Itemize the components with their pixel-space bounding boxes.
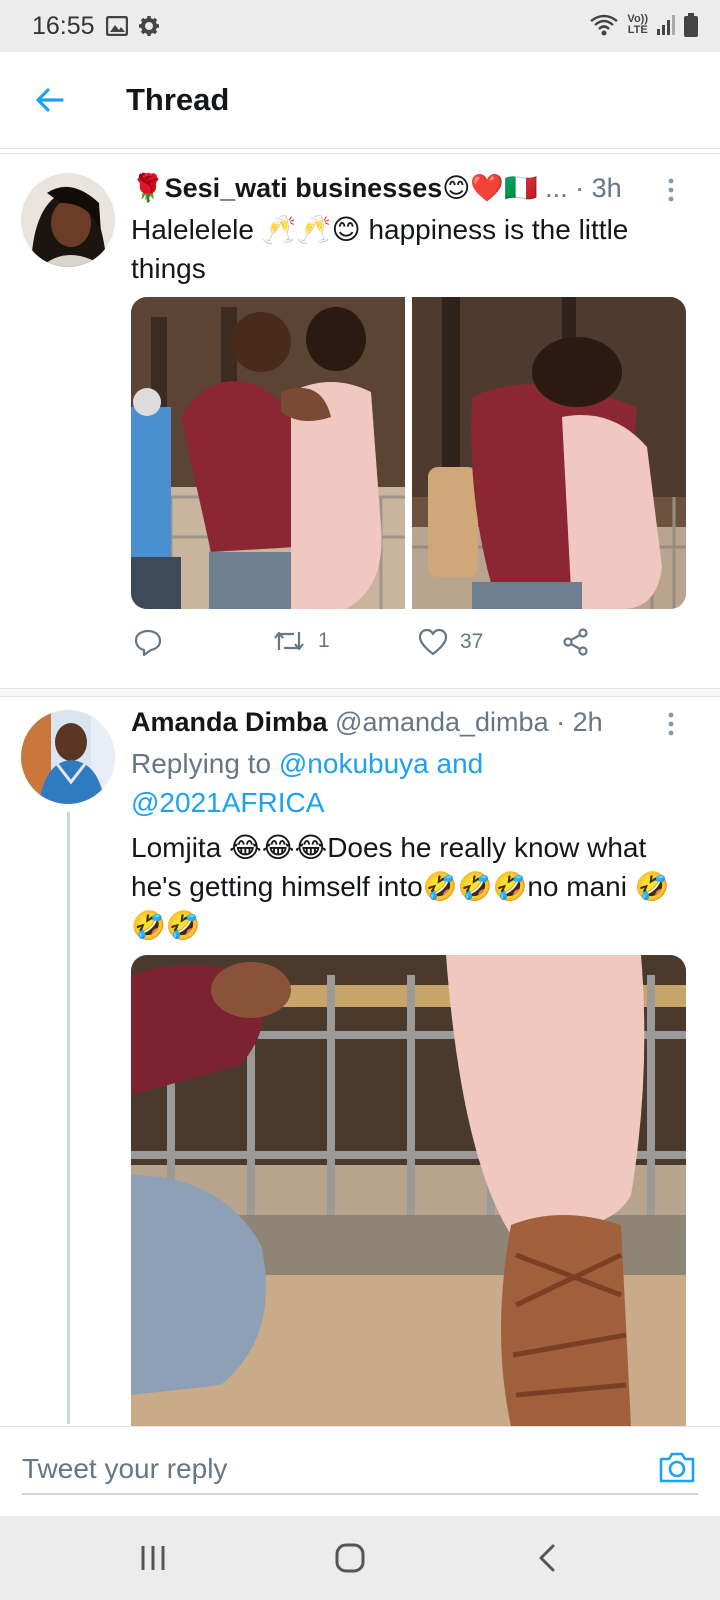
share-icon[interactable]: [562, 628, 590, 656]
back-arrow-icon[interactable]: [32, 82, 68, 118]
like-count: 37: [460, 630, 484, 653]
settings-icon: [139, 16, 159, 36]
more-options-icon[interactable]: [666, 711, 676, 737]
back-icon[interactable]: [528, 1538, 568, 1578]
more-options-icon[interactable]: [666, 177, 676, 203]
page-title: Thread: [126, 82, 230, 117]
avatar[interactable]: [21, 710, 115, 804]
tweet-header: Amanda Dimba @amanda_dimba · 2h: [131, 707, 603, 738]
thread-line: [67, 812, 70, 1424]
tweet-text: Lomjita 😂😂😂Does he really know what he's…: [131, 832, 670, 941]
tweet-image[interactable]: [131, 955, 686, 1426]
reply-icon[interactable]: [134, 628, 162, 656]
tweet-separator: [0, 688, 720, 697]
recent-apps-icon[interactable]: [133, 1538, 173, 1578]
camera-icon[interactable]: [658, 1449, 696, 1485]
status-bar: 16:55 Vo)) LTE: [0, 0, 720, 52]
image-icon: [106, 16, 128, 36]
handle[interactable]: @amanda_dimba: [328, 707, 549, 737]
reply-input[interactable]: [22, 1445, 698, 1495]
tweet-header: 🌹Sesi_wati businesses😊❤️🇮🇹 ... · 3h: [131, 172, 622, 204]
battery-icon: [684, 13, 698, 37]
volte-icon: Vo)) LTE: [627, 13, 648, 36]
app-bar: Thread: [0, 52, 720, 148]
reply-bar: [0, 1426, 720, 1516]
tweet-text: Halelelele 🥂🥂😊 happiness is the little t…: [131, 214, 629, 284]
tweet-actions: 1 37: [134, 628, 634, 668]
mention-link[interactable]: @nokubuya and: [279, 748, 483, 779]
display-name[interactable]: 🌹Sesi_wati businesses😊❤️🇮🇹: [131, 173, 538, 203]
retweet-count: 1: [318, 629, 330, 652]
home-icon[interactable]: [330, 1538, 370, 1578]
display-name[interactable]: Amanda Dimba: [131, 707, 328, 737]
signal-icon: [657, 15, 675, 35]
tweet-time: · 2h: [548, 707, 603, 737]
mention-link[interactable]: @2021AFRICA: [131, 787, 324, 818]
tweet-image[interactable]: [412, 297, 686, 609]
system-nav-bar: [0, 1516, 720, 1600]
like-icon[interactable]: [418, 628, 448, 656]
retweet-icon[interactable]: [272, 628, 306, 654]
name-ellipsis: ...: [537, 173, 568, 203]
tweet-image[interactable]: [131, 297, 405, 609]
status-time: 16:55: [32, 12, 95, 40]
avatar[interactable]: [21, 173, 115, 267]
header-divider: [0, 148, 720, 154]
tweet-time: · 3h: [567, 173, 622, 203]
replying-to: Replying to @nokubuya and @2021AFRICA: [131, 748, 484, 818]
wifi-icon: [590, 14, 619, 36]
